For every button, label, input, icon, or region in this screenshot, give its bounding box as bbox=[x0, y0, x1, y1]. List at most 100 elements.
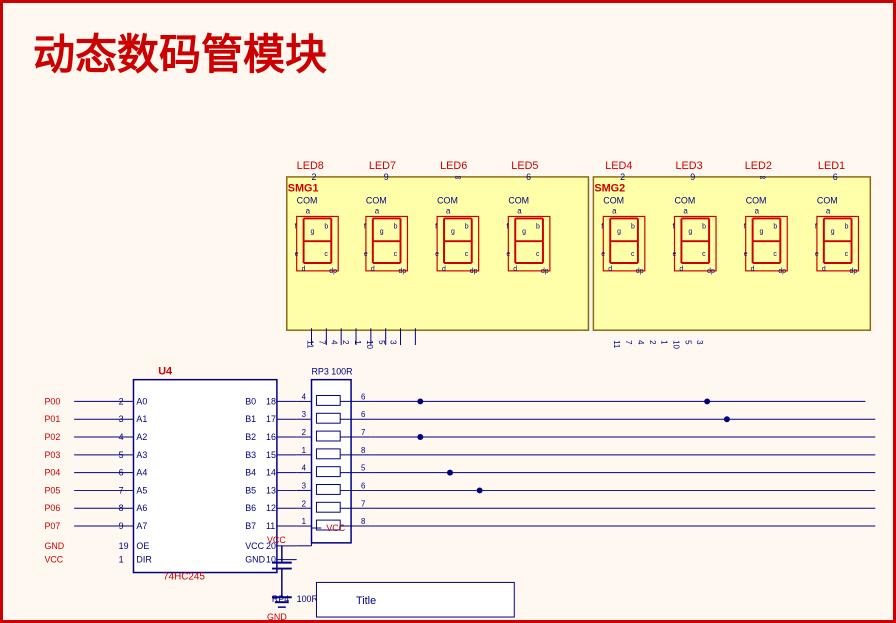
svg-text:LED4: LED4 bbox=[605, 160, 632, 172]
svg-text:COM: COM bbox=[746, 196, 767, 206]
svg-text:8: 8 bbox=[119, 503, 124, 513]
svg-text:d: d bbox=[371, 266, 375, 273]
svg-text:5: 5 bbox=[683, 340, 692, 345]
svg-text:LED1: LED1 bbox=[818, 160, 845, 172]
svg-text:c: c bbox=[536, 251, 540, 258]
svg-text:2: 2 bbox=[312, 172, 317, 182]
svg-text:f: f bbox=[601, 223, 603, 230]
svg-text:∞: ∞ bbox=[455, 172, 461, 182]
svg-text:8: 8 bbox=[361, 517, 366, 526]
svg-text:a: a bbox=[306, 207, 311, 216]
svg-text:11: 11 bbox=[266, 521, 275, 531]
svg-text:P01: P01 bbox=[44, 414, 60, 424]
svg-text:10: 10 bbox=[672, 340, 681, 349]
svg-text:17: 17 bbox=[266, 414, 276, 424]
svg-text:DIR: DIR bbox=[136, 555, 152, 565]
svg-text:dp: dp bbox=[850, 268, 858, 275]
svg-text:1: 1 bbox=[302, 446, 307, 455]
svg-text:COM: COM bbox=[603, 196, 624, 206]
svg-text:3: 3 bbox=[119, 414, 124, 424]
svg-text:7: 7 bbox=[119, 485, 124, 495]
svg-text:c: c bbox=[702, 251, 706, 258]
svg-text:13: 13 bbox=[266, 485, 276, 495]
svg-text:B0: B0 bbox=[245, 396, 256, 406]
svg-text:d: d bbox=[302, 266, 306, 273]
svg-text:3: 3 bbox=[695, 340, 704, 345]
svg-text:Title: Title bbox=[356, 595, 376, 607]
svg-text:a: a bbox=[826, 207, 831, 216]
svg-text:B4: B4 bbox=[245, 468, 256, 478]
svg-text:74HC245: 74HC245 bbox=[163, 571, 205, 582]
svg-text:100R: 100R bbox=[331, 367, 353, 377]
svg-text:b: b bbox=[845, 223, 849, 230]
svg-text:RP3: RP3 bbox=[312, 367, 329, 377]
svg-text:d: d bbox=[679, 266, 683, 273]
svg-text:SMG1: SMG1 bbox=[288, 183, 319, 195]
svg-text:LED3: LED3 bbox=[675, 160, 702, 172]
svg-text:VCC: VCC bbox=[267, 535, 286, 545]
svg-text:c: c bbox=[773, 251, 777, 258]
svg-text:5: 5 bbox=[119, 450, 124, 460]
svg-text:6: 6 bbox=[361, 481, 366, 490]
svg-text:2: 2 bbox=[341, 340, 350, 344]
svg-text:f: f bbox=[506, 223, 508, 230]
svg-text:B3: B3 bbox=[245, 450, 256, 460]
schematic-area: LED8 2 LED7 9 LED6 ∞ LED5 6 LED4 2 LED3 … bbox=[3, 78, 893, 620]
svg-text:c: c bbox=[845, 251, 849, 258]
svg-text:d: d bbox=[751, 266, 755, 273]
svg-text:2: 2 bbox=[302, 499, 306, 508]
svg-text:7: 7 bbox=[624, 340, 633, 344]
svg-text:P02: P02 bbox=[44, 432, 60, 442]
svg-text:a: a bbox=[612, 207, 617, 216]
svg-text:g: g bbox=[760, 228, 764, 235]
svg-text:6: 6 bbox=[526, 172, 531, 182]
svg-text:g: g bbox=[617, 228, 621, 235]
svg-text:P04: P04 bbox=[44, 468, 60, 478]
svg-text:d: d bbox=[442, 266, 446, 273]
svg-text:3: 3 bbox=[302, 410, 307, 419]
svg-text:d: d bbox=[822, 266, 826, 273]
svg-text:16: 16 bbox=[266, 432, 276, 442]
svg-text:COM: COM bbox=[437, 196, 458, 206]
svg-text:P07: P07 bbox=[44, 521, 60, 531]
svg-text:COM: COM bbox=[817, 196, 838, 206]
svg-text:1: 1 bbox=[119, 555, 124, 565]
svg-text:d: d bbox=[608, 266, 612, 273]
svg-text:11: 11 bbox=[306, 340, 315, 349]
svg-text:e: e bbox=[744, 251, 748, 258]
svg-text:b: b bbox=[773, 223, 777, 230]
svg-text:5: 5 bbox=[361, 464, 366, 473]
svg-text:A6: A6 bbox=[136, 503, 147, 513]
svg-text:VCC: VCC bbox=[326, 523, 345, 533]
svg-text:COM: COM bbox=[674, 196, 695, 206]
svg-text:OE: OE bbox=[136, 541, 149, 551]
svg-text:e: e bbox=[815, 251, 819, 258]
svg-text:e: e bbox=[601, 251, 605, 258]
svg-text:c: c bbox=[465, 251, 469, 258]
svg-text:c: c bbox=[324, 251, 328, 258]
svg-text:P03: P03 bbox=[44, 450, 60, 460]
svg-text:dp: dp bbox=[541, 268, 549, 275]
svg-text:VCC: VCC bbox=[245, 541, 264, 551]
svg-text:f: f bbox=[364, 223, 366, 230]
svg-text:f: f bbox=[435, 223, 437, 230]
svg-text:g: g bbox=[311, 228, 315, 235]
svg-text:100R: 100R bbox=[297, 594, 319, 604]
svg-text:2: 2 bbox=[648, 340, 657, 344]
svg-text:11: 11 bbox=[612, 340, 621, 349]
svg-text:A0: A0 bbox=[136, 396, 147, 406]
svg-text:19: 19 bbox=[119, 541, 129, 551]
svg-text:B7: B7 bbox=[245, 521, 256, 531]
svg-text:6: 6 bbox=[833, 172, 838, 182]
svg-text:A4: A4 bbox=[136, 468, 147, 478]
svg-text:7: 7 bbox=[317, 340, 326, 344]
svg-text:8: 8 bbox=[361, 446, 366, 455]
svg-text:3: 3 bbox=[389, 340, 398, 345]
svg-text:g: g bbox=[522, 228, 526, 235]
svg-text:dp: dp bbox=[399, 268, 407, 275]
svg-text:a: a bbox=[755, 207, 760, 216]
svg-text:6: 6 bbox=[361, 392, 366, 401]
svg-text:A3: A3 bbox=[136, 450, 147, 460]
svg-text:A1: A1 bbox=[136, 414, 147, 424]
svg-text:A2: A2 bbox=[136, 432, 147, 442]
